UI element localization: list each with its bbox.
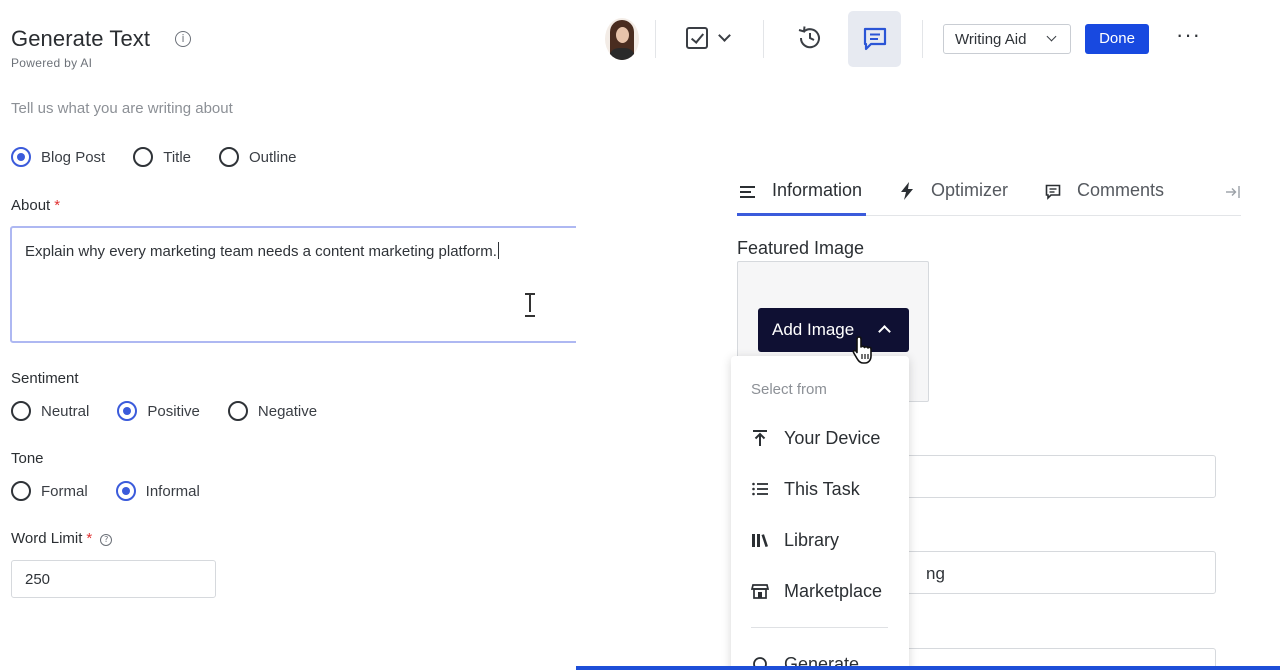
menu-item-this-task[interactable]: This Task bbox=[751, 477, 860, 501]
word-limit-input[interactable]: 250 bbox=[11, 560, 216, 598]
prompt-text: Tell us what you are writing about bbox=[11, 100, 233, 117]
chat-icon bbox=[863, 27, 887, 51]
writing-aid-dropdown[interactable]: Writing Aid bbox=[943, 24, 1071, 54]
radio-label: Negative bbox=[257, 402, 318, 420]
radio-selected-icon bbox=[11, 147, 31, 167]
tab-comments[interactable]: Comments bbox=[1045, 180, 1164, 216]
featured-image-label: Featured Image bbox=[737, 238, 865, 258]
tone-label: Tone bbox=[11, 450, 44, 467]
about-label: About * bbox=[11, 197, 60, 214]
avatar-face bbox=[616, 27, 629, 43]
menu-item-label: Your Device bbox=[784, 427, 881, 448]
writing-aid-label: Writing Aid bbox=[955, 31, 1027, 48]
radio-empty-icon bbox=[11, 481, 31, 501]
detail-tabs: Information Optimizer Comments bbox=[737, 180, 1241, 216]
radio-selected-icon bbox=[115, 481, 136, 501]
history-icon[interactable] bbox=[796, 24, 824, 52]
more-options-icon[interactable]: ··· bbox=[1176, 24, 1204, 46]
generate-text-panel: Generate Text i Powered by AI Tell us wh… bbox=[0, 0, 580, 670]
active-tab-indicator bbox=[737, 213, 866, 216]
sentiment-label: Sentiment bbox=[11, 370, 79, 387]
menu-item-your-device[interactable]: Your Device bbox=[751, 426, 880, 450]
menu-item-label: Marketplace bbox=[784, 580, 883, 601]
tab-label: Information bbox=[772, 180, 863, 200]
menu-header: Select from bbox=[751, 381, 827, 398]
required-mark: * bbox=[86, 530, 93, 547]
collapse-panel-icon[interactable] bbox=[1225, 185, 1241, 199]
library-icon bbox=[752, 534, 768, 547]
tone-group: Formal Informal bbox=[11, 481, 228, 501]
radio-label: Neutral bbox=[41, 402, 90, 420]
comments-toggle-button[interactable] bbox=[848, 11, 901, 67]
radio-label: Outline bbox=[249, 148, 297, 166]
radio-outline[interactable]: Outline bbox=[219, 147, 297, 167]
toolbar-divider bbox=[922, 20, 923, 58]
store-icon bbox=[751, 584, 769, 599]
list-icon bbox=[752, 482, 768, 496]
radio-title[interactable]: Title bbox=[133, 147, 191, 167]
info-icon[interactable]: i bbox=[175, 31, 191, 47]
upload-icon bbox=[753, 430, 767, 446]
toolbar-divider bbox=[763, 20, 764, 58]
tab-information[interactable]: Information bbox=[737, 180, 862, 216]
content-type-group: Blog Post Title Outline bbox=[11, 147, 325, 167]
radio-empty-icon bbox=[11, 401, 31, 421]
word-limit-label-text: Word Limit bbox=[11, 530, 83, 547]
menu-item-marketplace[interactable]: Marketplace bbox=[751, 579, 882, 603]
menu-item-label: This Task bbox=[784, 478, 860, 499]
tab-optimizer[interactable]: Optimizer bbox=[900, 180, 1008, 216]
done-button[interactable]: Done bbox=[1085, 24, 1149, 54]
toolbar-divider bbox=[655, 20, 656, 58]
detail-field[interactable] bbox=[905, 455, 1216, 498]
detail-field[interactable]: ng bbox=[905, 551, 1216, 594]
radio-empty-icon bbox=[133, 147, 154, 167]
radio-label: Positive bbox=[147, 402, 200, 420]
radio-empty-icon bbox=[219, 147, 239, 167]
about-textarea[interactable]: Explain why every marketing team needs a… bbox=[10, 226, 580, 343]
radio-negative[interactable]: Negative bbox=[227, 401, 318, 421]
lightning-icon bbox=[901, 182, 913, 200]
word-limit-label: Word Limit *? bbox=[11, 530, 113, 547]
radio-formal[interactable]: Formal bbox=[11, 481, 88, 501]
hand-cursor-icon bbox=[852, 336, 872, 364]
bottom-accent-bar bbox=[576, 666, 1280, 670]
sentiment-group: Neutral Positive Negative bbox=[11, 401, 345, 421]
radio-label: Title bbox=[163, 148, 191, 166]
radio-label: Blog Post bbox=[41, 148, 106, 166]
tab-label: Optimizer bbox=[931, 180, 1009, 200]
add-image-label: Add Image bbox=[772, 320, 855, 339]
tab-label: Comments bbox=[1077, 180, 1165, 200]
panel-title: Generate Text bbox=[11, 26, 151, 51]
comment-icon bbox=[1045, 184, 1061, 200]
required-mark: * bbox=[54, 197, 61, 214]
menu-item-library[interactable]: Library bbox=[751, 528, 839, 552]
chevron-down-icon bbox=[1046, 31, 1057, 42]
radio-blog-post[interactable]: Blog Post bbox=[11, 147, 105, 167]
chevron-up-icon bbox=[878, 325, 891, 338]
text-caret bbox=[497, 242, 499, 259]
about-text: Explain why every marketing team needs a… bbox=[25, 243, 497, 260]
checkbox-icon[interactable] bbox=[686, 27, 708, 49]
add-image-menu: Select from Your Device This Task Librar… bbox=[731, 356, 909, 670]
user-avatar[interactable] bbox=[605, 18, 639, 60]
lines-icon bbox=[740, 186, 755, 198]
text-cursor-icon bbox=[524, 292, 536, 317]
help-icon[interactable]: ? bbox=[100, 534, 113, 546]
add-image-button[interactable]: Add Image bbox=[758, 308, 909, 352]
menu-divider bbox=[751, 627, 888, 628]
radio-selected-icon bbox=[117, 401, 138, 421]
panel-subtitle: Powered by AI bbox=[11, 56, 93, 70]
about-label-text: About bbox=[11, 197, 51, 214]
radio-neutral[interactable]: Neutral bbox=[11, 401, 89, 421]
menu-item-label: Library bbox=[784, 529, 840, 550]
radio-empty-icon bbox=[227, 401, 248, 421]
radio-informal[interactable]: Informal bbox=[115, 481, 200, 501]
radio-label: Formal bbox=[41, 482, 88, 500]
avatar-shirt bbox=[609, 48, 635, 60]
radio-positive[interactable]: Positive bbox=[117, 401, 200, 421]
radio-label: Informal bbox=[145, 482, 200, 500]
